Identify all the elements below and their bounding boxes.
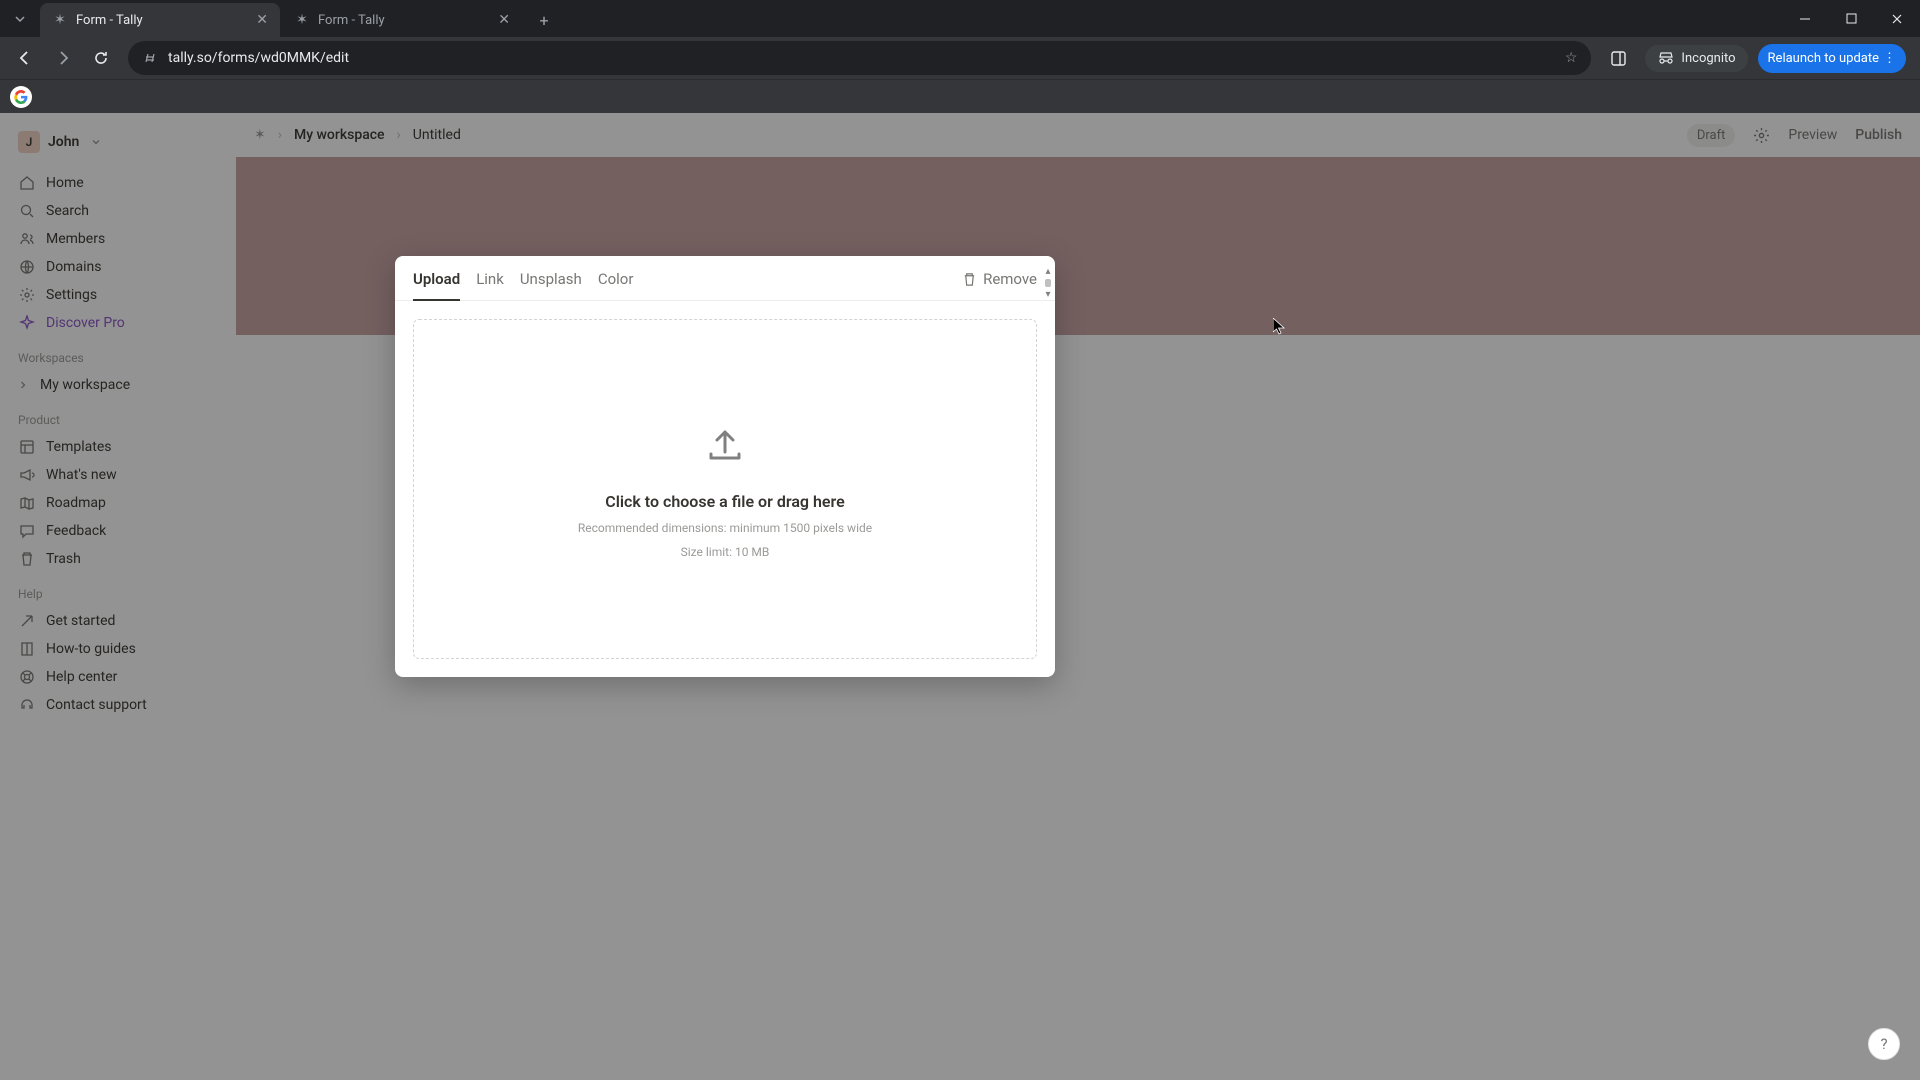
incognito-label: Incognito <box>1681 51 1735 66</box>
tab-favicon-icon: ✶ <box>52 12 68 28</box>
mouse-cursor-icon <box>1273 318 1285 336</box>
browser-tab-active[interactable]: ✶ Form - Tally ✕ <box>40 3 280 37</box>
side-panel-icon[interactable] <box>1601 41 1635 75</box>
maximize-button[interactable] <box>1828 0 1874 37</box>
dropzone-hint-sizelimit: Size limit: 10 MB <box>681 545 770 559</box>
incognito-icon <box>1657 51 1675 65</box>
new-tab-button[interactable]: + <box>530 6 558 34</box>
remove-cover-button[interactable]: Remove <box>962 270 1037 300</box>
relaunch-button[interactable]: Relaunch to update ⋮ <box>1758 44 1906 73</box>
remove-label: Remove <box>983 270 1037 288</box>
tab-unsplash[interactable]: Unsplash <box>520 270 582 300</box>
modal-scrollbar[interactable]: ▴ ▾ <box>1043 266 1053 300</box>
tab-upload[interactable]: Upload <box>413 270 460 300</box>
upload-icon <box>701 420 749 468</box>
forward-button[interactable] <box>46 41 80 75</box>
window-close-button[interactable] <box>1874 0 1920 37</box>
question-icon: ? <box>1880 1035 1887 1053</box>
menu-dots-icon: ⋮ <box>1883 51 1896 66</box>
reload-button[interactable] <box>84 41 118 75</box>
tab-search-button[interactable] <box>0 0 40 37</box>
tab-title: Form - Tally <box>318 13 385 28</box>
cover-image-modal: Upload Link Unsplash Color Remove ▴ ▾ Cl… <box>395 256 1055 677</box>
browser-tab-inactive[interactable]: ✶ Form - Tally ✕ <box>282 3 522 37</box>
url-text: tally.so/forms/wd0MMK/edit <box>168 50 349 66</box>
modal-tabs: Upload Link Unsplash Color Remove <box>395 256 1055 301</box>
trash-icon <box>962 272 977 287</box>
minimize-button[interactable] <box>1782 0 1828 37</box>
browser-tabstrip: ✶ Form - Tally ✕ ✶ Form - Tally ✕ + <box>0 0 1920 37</box>
tab-color[interactable]: Color <box>598 270 634 300</box>
dropzone-title: Click to choose a file or drag here <box>605 492 845 511</box>
google-shortcut-icon[interactable] <box>10 86 32 108</box>
scroll-up-icon: ▴ <box>1045 266 1050 277</box>
file-dropzone[interactable]: Click to choose a file or drag here Reco… <box>413 319 1037 659</box>
help-fab-button[interactable]: ? <box>1868 1028 1900 1060</box>
close-icon[interactable]: ✕ <box>498 12 510 28</box>
back-button[interactable] <box>8 41 42 75</box>
close-icon[interactable]: ✕ <box>256 12 268 28</box>
tab-title: Form - Tally <box>76 13 143 28</box>
relaunch-label: Relaunch to update <box>1768 51 1879 66</box>
address-bar[interactable]: tally.so/forms/wd0MMK/edit ☆ <box>128 41 1591 75</box>
window-controls <box>1782 0 1920 37</box>
tab-favicon-icon: ✶ <box>294 12 310 28</box>
modal-body: Click to choose a file or drag here Reco… <box>395 301 1055 677</box>
scroll-thumb[interactable] <box>1045 279 1051 287</box>
tab-link[interactable]: Link <box>476 270 504 300</box>
dropzone-hint-dimensions: Recommended dimensions: minimum 1500 pix… <box>578 521 872 535</box>
bookmark-star-icon[interactable]: ☆ <box>1565 50 1578 66</box>
bookmarks-bar <box>0 79 1920 113</box>
site-info-icon[interactable] <box>142 50 158 66</box>
incognito-badge[interactable]: Incognito <box>1645 45 1747 72</box>
scroll-down-icon: ▾ <box>1045 289 1050 300</box>
browser-toolbar: tally.so/forms/wd0MMK/edit ☆ Incognito R… <box>0 37 1920 79</box>
